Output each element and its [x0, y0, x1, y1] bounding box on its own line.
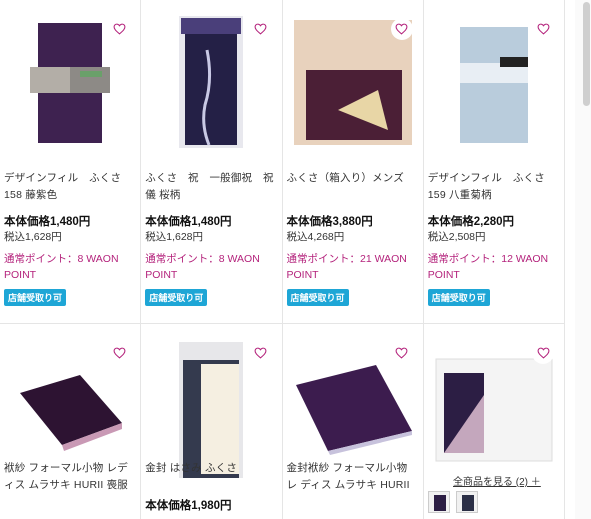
heart-icon	[113, 347, 126, 359]
product-row: デザインフィル ふくさ158 藤紫色 本体価格1,480円 税込1,628円 通…	[0, 0, 565, 324]
product-name[interactable]: ふくさ（箱入り）メンズ	[287, 170, 419, 206]
waon-point: 通常ポイント：8 WAON POINT	[4, 253, 119, 281]
favorite-button[interactable]	[249, 18, 272, 40]
product-name[interactable]: 金封 はさみ ふくさ	[145, 460, 277, 480]
product-card[interactable]: ふくさ（箱入り）メンズ 本体価格3,880円 税込4,268円 通常ポイント：2…	[283, 0, 424, 323]
product-name[interactable]: 金封袱紗 フォーマル小物 レ ディス ムラサキ HURII 喪服...	[287, 460, 419, 496]
heart-icon	[395, 347, 408, 359]
view-all-link[interactable]: 全商品を見る (2) ＋	[453, 473, 541, 488]
heart-icon	[537, 347, 549, 359]
product-info: ふくさ（箱入り）メンズ 本体価格3,880円 税込4,268円 通常ポイント：2…	[286, 170, 419, 306]
product-info: 袱紗 フォーマル小物 レディス ムラサキ HURII 喪服 礼服...	[4, 460, 136, 496]
waon-point: 通常ポイント：21 WAON POINT	[286, 253, 407, 281]
product-tax-price: 税込1,628円	[4, 231, 62, 243]
favorite-button[interactable]	[390, 342, 413, 364]
favorite-button[interactable]	[249, 342, 272, 364]
favorite-button[interactable]	[532, 18, 554, 40]
product-name[interactable]: ふくさ 祝 一般御祝 祝儀 桜柄	[145, 170, 277, 206]
heart-icon	[395, 23, 408, 35]
product-row: 袱紗 フォーマル小物 レディス ムラサキ HURII 喪服 礼服... 金封 は…	[0, 324, 565, 519]
heart-icon	[254, 23, 267, 35]
product-card[interactable]	[424, 324, 565, 519]
product-price: 本体価格1,480円	[4, 216, 91, 228]
product-name[interactable]: 袱紗 フォーマル小物 レディス ムラサキ HURII 喪服 礼服...	[4, 460, 136, 496]
product-name[interactable]: デザインフィル ふくさ158 藤紫色	[4, 170, 136, 206]
favorite-button[interactable]	[390, 18, 413, 40]
product-card[interactable]: 金封 はさみ ふくさ 本体価格1,980円	[141, 324, 283, 519]
product-price: 本体価格1,980円	[145, 500, 232, 512]
scrollbar-thumb[interactable]	[583, 2, 590, 106]
product-tax-price: 税込2,508円	[427, 231, 486, 243]
store-pickup-badge: 店舗受取り可	[4, 289, 67, 306]
product-card[interactable]: ふくさ 祝 一般御祝 祝儀 桜柄 本体価格1,480円 税込1,628円 通常ポ…	[141, 0, 283, 323]
color-swatch-navy[interactable]	[456, 491, 478, 513]
product-info: 金封 はさみ ふくさ 本体価格1,980円	[145, 460, 277, 514]
product-tax-price: 税込1,628円	[145, 231, 204, 243]
store-pickup-badge: 店舗受取り可	[286, 289, 349, 306]
store-pickup-badge: 店舗受取り可	[427, 289, 490, 306]
product-grid: デザインフィル ふくさ158 藤紫色 本体価格1,480円 税込1,628円 通…	[0, 0, 565, 519]
product-card[interactable]: 金封袱紗 フォーマル小物 レ ディス ムラサキ HURII 喪服...	[283, 324, 424, 519]
heart-icon	[537, 23, 549, 35]
waon-point: 通常ポイント：12 WAON POINT	[427, 253, 549, 281]
product-card[interactable]: 袱紗 フォーマル小物 レディス ムラサキ HURII 喪服 礼服...	[0, 324, 142, 519]
product-info: ふくさ 祝 一般御祝 祝儀 桜柄 本体価格1,480円 税込1,628円 通常ポ…	[145, 170, 277, 306]
heart-icon	[113, 23, 126, 35]
color-swatch-purple[interactable]	[428, 491, 450, 513]
product-info: デザインフィル ふくさ158 藤紫色 本体価格1,480円 税込1,628円 通…	[4, 170, 136, 306]
store-pickup-badge: 店舗受取り可	[145, 289, 208, 306]
favorite-button[interactable]	[532, 342, 554, 364]
product-price: 本体価格3,880円	[286, 216, 373, 228]
product-name[interactable]: デザインフィル ふくさ159 八重菊柄	[428, 170, 560, 206]
product-card[interactable]: デザインフィル ふくさ158 藤紫色 本体価格1,480円 税込1,628円 通…	[0, 0, 142, 323]
waon-point: 通常ポイント：8 WAON POINT	[145, 253, 260, 281]
product-info: デザインフィル ふくさ159 八重菊柄 本体価格2,280円 税込2,508円 …	[427, 170, 560, 306]
product-price: 本体価格2,280円	[427, 216, 515, 228]
product-price: 本体価格1,480円	[145, 216, 232, 228]
color-swatches	[428, 491, 478, 513]
heart-icon	[254, 347, 267, 359]
product-info: 金封袱紗 フォーマル小物 レ ディス ムラサキ HURII 喪服...	[287, 460, 419, 496]
view-all-label[interactable]: 全商品を見る (2) ＋	[453, 477, 541, 488]
product-tax-price: 税込4,268円	[286, 231, 345, 243]
product-card[interactable]: デザインフィル ふくさ159 八重菊柄 本体価格2,280円 税込2,508円 …	[424, 0, 565, 323]
